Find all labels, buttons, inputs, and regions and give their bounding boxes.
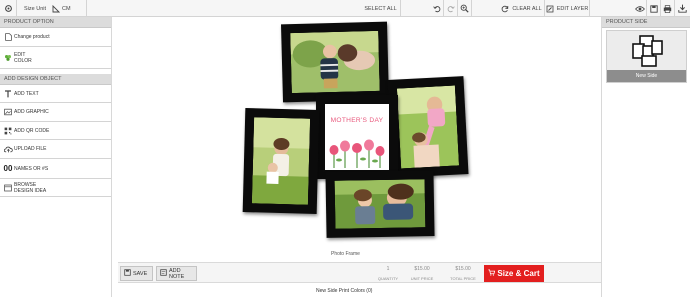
total-price-stat: $15.00 TOTAL PRICE bbox=[443, 266, 483, 281]
top-toolbar: Size Unit CM SELECT ALL CLEAR ALL EDIT L… bbox=[0, 0, 690, 17]
bottom-action-bar: SAVE ADD NOTE 1 QUANTITY $15.00 UNIT PRI… bbox=[118, 262, 601, 283]
names-numbers-button[interactable]: 00 NAMES OR #S bbox=[0, 159, 111, 179]
upload-file-label: UPLOAD FILE bbox=[14, 146, 47, 152]
frame-left-photo bbox=[251, 117, 311, 205]
unit-price-value: $15.00 bbox=[414, 266, 430, 272]
select-all-button[interactable]: SELECT ALL bbox=[361, 0, 401, 17]
edit-color-button[interactable]: EDIT COLOR bbox=[0, 47, 111, 69]
save-icon[interactable] bbox=[647, 0, 661, 17]
side-thumbnail-card[interactable]: New Side bbox=[606, 30, 687, 83]
right-panel: PRODUCT SIDE New Side bbox=[601, 17, 690, 297]
total-price-value: $15.00 bbox=[455, 266, 471, 272]
add-graphic-label: ADD GRAPHIC bbox=[14, 109, 49, 115]
product-side-heading: PRODUCT SIDE bbox=[602, 17, 690, 28]
add-qr-code-label: ADD QR CODE bbox=[14, 127, 50, 134]
floppy-icon bbox=[124, 269, 131, 278]
photo-frame-product[interactable]: MOTHER'S DAY bbox=[242, 21, 469, 238]
add-note-label: ADD NOTE bbox=[169, 267, 185, 280]
add-note-button[interactable]: ADD NOTE bbox=[156, 266, 197, 281]
edit-color-label-line2: COLOR bbox=[14, 57, 32, 64]
note-icon bbox=[160, 269, 167, 278]
refresh-icon bbox=[501, 5, 509, 13]
side-name-label: New Side bbox=[607, 70, 686, 82]
total-price-label: TOTAL PRICE bbox=[450, 276, 476, 281]
clear-all-label: CLEAR ALL bbox=[512, 5, 542, 12]
clear-all-button[interactable]: CLEAR ALL bbox=[499, 0, 545, 17]
upload-icon bbox=[3, 145, 13, 153]
add-qr-code-button[interactable]: ADD QR CODE bbox=[0, 122, 111, 140]
frame-thumbnail-icon bbox=[630, 34, 665, 69]
browse-design-idea-button[interactable]: BROWSE DESIGN IDEA bbox=[0, 179, 111, 197]
add-text-button[interactable]: ADD TEXT bbox=[0, 85, 111, 103]
size-unit-control[interactable]: Size Unit CM bbox=[17, 0, 87, 17]
edit-layer-label: EDIT LAYER bbox=[556, 5, 589, 12]
cart-icon bbox=[488, 269, 496, 278]
settings-icon[interactable] bbox=[0, 0, 17, 17]
unit-price-stat: $15.00 UNIT PRICE bbox=[402, 266, 442, 281]
add-design-object-heading: ADD DESIGN OBJECT bbox=[0, 74, 111, 85]
size-unit-label: Size Unit bbox=[24, 5, 47, 12]
palette-icon bbox=[3, 54, 13, 62]
frame-top[interactable] bbox=[280, 21, 390, 103]
graphic-icon bbox=[3, 108, 13, 116]
ruler-icon bbox=[52, 4, 61, 13]
upload-file-button[interactable]: UPLOAD FILE bbox=[0, 140, 111, 159]
size-and-cart-label: Size & Cart bbox=[497, 269, 540, 278]
design-canvas[interactable]: MOTHER'S DAY Photo Frame bbox=[112, 17, 601, 262]
edit-layer-icon bbox=[546, 5, 554, 13]
product-caption: Photo Frame bbox=[331, 251, 360, 257]
qr-code-icon bbox=[3, 127, 13, 135]
frame-bottom[interactable] bbox=[325, 170, 435, 238]
print-colors-status: New Side Print Colors (0) bbox=[316, 288, 373, 294]
frame-top-photo bbox=[290, 30, 380, 94]
left-panel: PRODUCT OPTION Change product EDIT COLOR… bbox=[0, 17, 112, 297]
product-option-heading: PRODUCT OPTION bbox=[0, 17, 111, 28]
browse-label-line2: DESIGN IDEA bbox=[14, 187, 47, 194]
mothers-day-text: MOTHER'S DAY bbox=[330, 117, 384, 124]
edit-color-label: EDIT COLOR bbox=[14, 52, 32, 64]
save-button[interactable]: SAVE bbox=[120, 266, 153, 281]
size-and-cart-button[interactable]: Size & Cart bbox=[484, 265, 544, 282]
document-icon bbox=[3, 33, 13, 41]
zoom-in-icon[interactable] bbox=[458, 0, 472, 17]
browse-icon bbox=[3, 184, 13, 192]
undo-icon[interactable] bbox=[430, 0, 444, 17]
frame-left[interactable] bbox=[242, 108, 320, 214]
unit-price-label: UNIT PRICE bbox=[410, 276, 434, 281]
save-label: SAVE bbox=[133, 270, 148, 277]
frame-center-photo: MOTHER'S DAY bbox=[325, 104, 389, 170]
names-numbers-label: NAMES OR #S bbox=[14, 165, 49, 172]
browse-design-idea-label: BROWSE DESIGN IDEA bbox=[14, 182, 46, 194]
download-icon[interactable] bbox=[675, 0, 690, 17]
edit-layer-button[interactable]: EDIT LAYER bbox=[545, 0, 590, 17]
change-product-button[interactable]: Change product bbox=[0, 28, 111, 47]
change-product-label: Change product bbox=[14, 34, 50, 40]
redo-icon[interactable] bbox=[444, 0, 458, 17]
frame-right[interactable] bbox=[387, 76, 469, 178]
frame-right-photo bbox=[396, 85, 460, 169]
print-icon[interactable] bbox=[661, 0, 675, 17]
flower-illustration bbox=[329, 139, 385, 168]
add-text-label: ADD TEXT bbox=[14, 90, 39, 97]
frame-bottom-photo bbox=[334, 179, 426, 229]
add-graphic-button[interactable]: ADD GRAPHIC bbox=[0, 103, 111, 122]
names-numbers-icon: 00 bbox=[3, 164, 13, 173]
text-icon bbox=[3, 89, 13, 98]
select-all-label: SELECT ALL bbox=[364, 5, 397, 12]
eye-icon[interactable] bbox=[633, 0, 647, 17]
frame-center[interactable]: MOTHER'S DAY bbox=[316, 95, 398, 179]
unit-value: CM bbox=[62, 5, 71, 12]
